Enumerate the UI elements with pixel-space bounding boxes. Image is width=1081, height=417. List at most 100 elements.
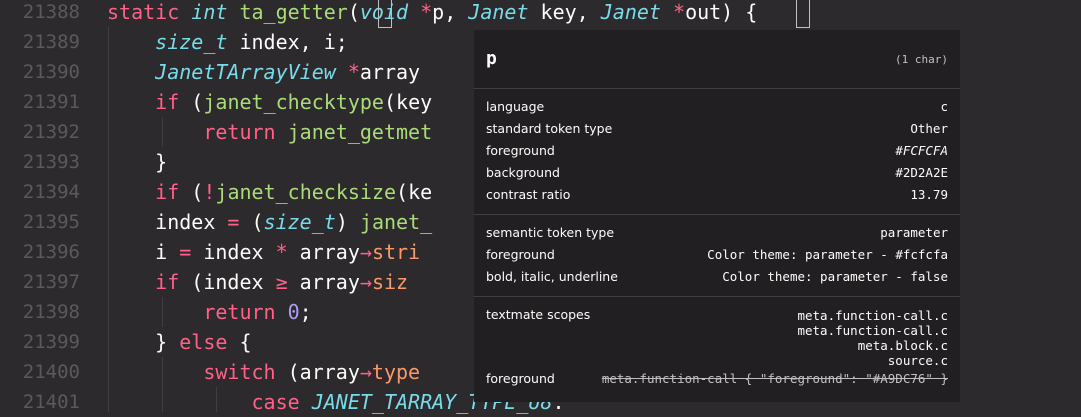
code-token: if: [155, 90, 180, 114]
indent-guide: [162, 297, 163, 327]
token-inspector-hover: p (1 char) language c standard token typ…: [474, 30, 960, 402]
inspector-row-foreground: foreground #FCFCFA: [486, 140, 948, 162]
line-number: 21389: [22, 31, 80, 53]
inspector-value: c: [940, 99, 948, 114]
code-token: index: [107, 210, 228, 234]
code-token: }: [107, 330, 180, 354]
inspector-char-count: (1 char): [895, 53, 948, 66]
inspector-label: foreground: [486, 247, 555, 262]
line-number: 21392: [22, 121, 80, 143]
code-token: {: [227, 330, 252, 354]
code-token: type: [371, 360, 421, 384]
code-text[interactable]: static int ta_getter(void *p, Janet key,…: [107, 0, 757, 27]
code-token: array: [287, 240, 360, 264]
code-token: →: [359, 270, 372, 294]
code-token: →: [359, 360, 372, 384]
code-token: p,: [432, 0, 469, 24]
code-text[interactable]: size_t index, i;: [107, 27, 348, 57]
code-text[interactable]: index = (size_t) janet_: [107, 207, 432, 237]
code-token: stri: [371, 240, 421, 264]
code-text[interactable]: }: [107, 147, 167, 177]
indent-guide: [162, 357, 163, 412]
inspector-value: Color theme: parameter - false: [722, 269, 948, 284]
inspector-value: parameter: [880, 225, 948, 240]
line-number: 21398: [22, 301, 80, 323]
code-token: size_t: [263, 210, 336, 234]
code-token: =: [179, 240, 192, 264]
line-number: 21394: [22, 181, 80, 203]
inspector-label: contrast ratio: [486, 187, 571, 202]
code-text[interactable]: switch (array→type: [107, 357, 420, 387]
line-number: 21401: [22, 391, 80, 413]
code-token: 0: [287, 300, 300, 324]
code-token: ): [335, 210, 360, 234]
code-token: return: [203, 300, 276, 324]
inspector-divider: [474, 88, 960, 89]
line-number: 21399: [22, 331, 80, 353]
code-token: janet_getmet: [287, 120, 433, 144]
inspector-row-textmate-foreground: foreground meta.function-call { "foregro…: [486, 368, 948, 390]
inspector-label: bold, italic, underline: [486, 269, 618, 284]
code-token: (index: [179, 270, 276, 294]
code-token: size_t: [155, 30, 228, 54]
textmate-scope: source.c: [887, 353, 948, 368]
code-token: (: [179, 180, 204, 204]
code-token: janet_checksize: [215, 180, 397, 204]
line-number: 21397: [22, 271, 80, 293]
code-text[interactable]: } else {: [107, 327, 252, 357]
inspector-label: standard token type: [486, 121, 613, 136]
code-token: →: [359, 240, 372, 264]
inspector-label: background: [486, 165, 560, 180]
bracket-match-highlight: [378, 0, 392, 28]
code-text[interactable]: if (janet_checktype(key: [107, 87, 432, 117]
inspector-header: p (1 char): [486, 48, 948, 78]
inspector-label: language: [486, 99, 545, 114]
inspector-row-semantic-foreground: foreground Color theme: parameter - #fcf…: [486, 244, 948, 266]
code-text[interactable]: if (index ≥ array→siz: [107, 267, 408, 297]
line-number: 21390: [22, 61, 80, 83]
code-token: (array: [275, 360, 360, 384]
inspector-divider: [474, 214, 960, 215]
code-text[interactable]: i = index * array→stri: [107, 237, 420, 267]
inspector-row-language: language c: [486, 96, 948, 118]
code-token: if: [155, 270, 180, 294]
line-number: 21396: [22, 241, 80, 263]
inspector-label: semantic token type: [486, 225, 615, 240]
code-token: array: [287, 270, 360, 294]
code-token: siz: [371, 270, 409, 294]
code-token: JanetTArrayView: [155, 60, 336, 84]
inspector-value: Other: [910, 121, 948, 136]
code-token: index: [191, 240, 276, 264]
textmate-scope: meta.function-call.c: [797, 308, 948, 323]
inspector-divider: [474, 296, 960, 297]
code-token: array: [359, 60, 421, 84]
code-text[interactable]: return 0;: [107, 297, 311, 327]
code-text[interactable]: JanetTArrayView *array: [107, 57, 420, 87]
code-token: *: [673, 0, 686, 24]
code-token: }: [107, 150, 168, 174]
code-token: case: [251, 390, 300, 414]
inspector-row-background: background #2D2A2E: [486, 162, 948, 184]
code-token: ≥: [275, 270, 288, 294]
code-token: index, i;: [227, 30, 348, 54]
line-number: 21391: [22, 91, 80, 113]
code-token: switch: [203, 360, 276, 384]
inspector-row-standard-token-type: standard token type Other: [486, 118, 948, 140]
inspector-label: textmate scopes: [486, 307, 591, 322]
code-token: janet_: [359, 210, 433, 234]
code-token: static: [107, 0, 180, 24]
indent-guide: [162, 117, 163, 147]
code-line[interactable]: 21388 static int ta_getter(void *p, Janet…: [0, 0, 1081, 27]
inspector-value: #FCFCFA: [895, 143, 948, 158]
code-token: janet_checktype: [203, 90, 384, 114]
